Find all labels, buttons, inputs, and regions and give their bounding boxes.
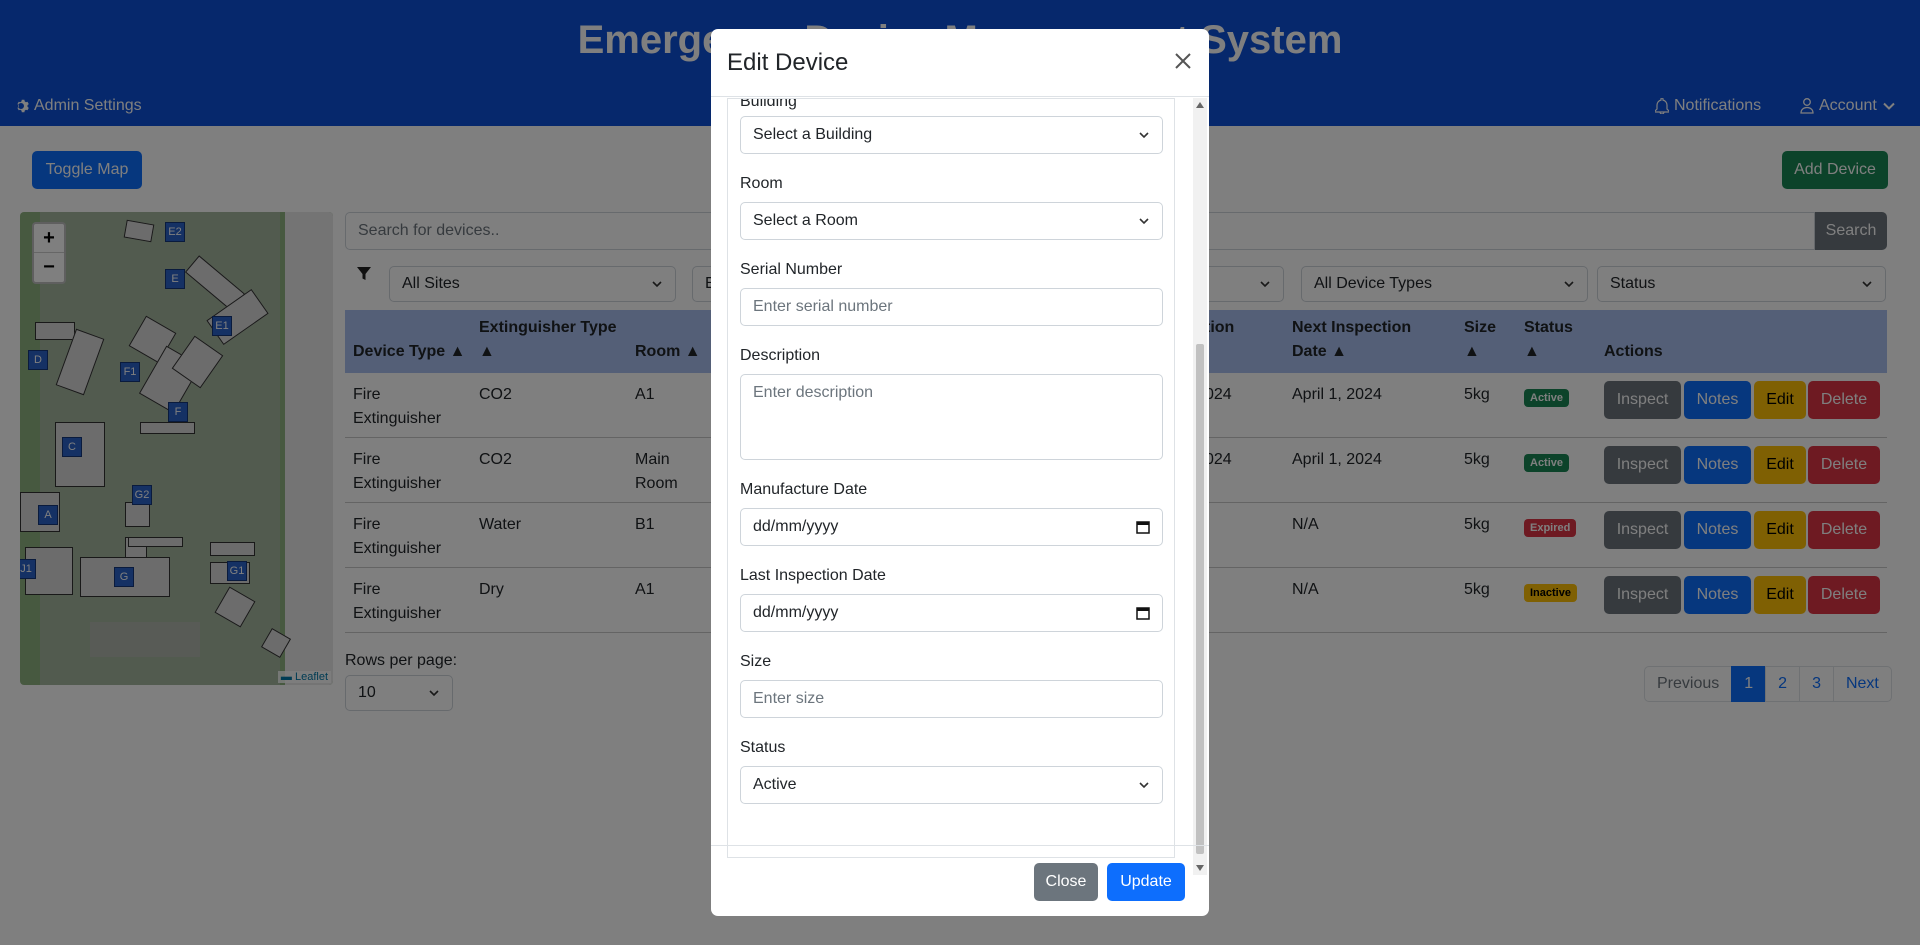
modal-header: Edit Device xyxy=(711,29,1209,97)
serial-number-input[interactable]: Enter serial number xyxy=(740,288,1163,326)
last-inspection-date-input[interactable]: dd/mm/yyyy xyxy=(740,594,1163,632)
last-inspection-date-value: dd/mm/yyyy xyxy=(753,604,839,621)
status-select[interactable]: Active xyxy=(740,766,1163,804)
building-label: Building xyxy=(740,98,797,110)
manufacture-date-label: Manufacture Date xyxy=(740,481,868,498)
size-label: Size xyxy=(740,653,772,670)
modal-footer: Close Update xyxy=(711,845,1209,916)
manufacture-date-value: dd/mm/yyyy xyxy=(753,518,839,535)
last-inspection-date-label: Last Inspection Date xyxy=(740,567,886,584)
edit-device-modal: Edit Device Building Select a Building R… xyxy=(711,29,1209,916)
close-icon[interactable] xyxy=(1171,49,1195,73)
scroll-up-icon[interactable] xyxy=(1196,102,1204,108)
manufacture-date-input[interactable]: dd/mm/yyyy xyxy=(740,508,1163,546)
description-textarea[interactable]: Enter description xyxy=(740,374,1163,460)
room-select[interactable]: Select a Room xyxy=(740,202,1163,240)
chevron-down-icon xyxy=(1139,782,1149,789)
update-button[interactable]: Update xyxy=(1107,863,1185,901)
modal-scrollbar[interactable] xyxy=(1193,98,1207,875)
size-placeholder: Enter size xyxy=(753,690,825,707)
building-select[interactable]: Select a Building xyxy=(740,116,1163,154)
status-value: Active xyxy=(753,776,797,793)
calendar-icon[interactable] xyxy=(1136,520,1150,534)
room-value: Select a Room xyxy=(753,212,858,229)
description-label: Description xyxy=(740,347,821,364)
modal-title: Edit Device xyxy=(727,49,849,76)
description-placeholder: Enter description xyxy=(753,384,874,401)
close-button[interactable]: Close xyxy=(1034,863,1098,901)
room-label: Room xyxy=(740,175,783,192)
serial-number-label: Serial Number xyxy=(740,261,843,278)
size-input[interactable]: Enter size xyxy=(740,680,1163,718)
chevron-down-icon xyxy=(1139,132,1149,139)
scroll-thumb[interactable] xyxy=(1196,344,1204,854)
building-value: Select a Building xyxy=(753,126,873,143)
modal-form: Building Select a Building Room Select a… xyxy=(727,98,1175,858)
calendar-icon[interactable] xyxy=(1136,606,1150,620)
chevron-down-icon xyxy=(1139,218,1149,225)
serial-number-placeholder: Enter serial number xyxy=(753,298,893,315)
status-label: Status xyxy=(740,739,786,756)
